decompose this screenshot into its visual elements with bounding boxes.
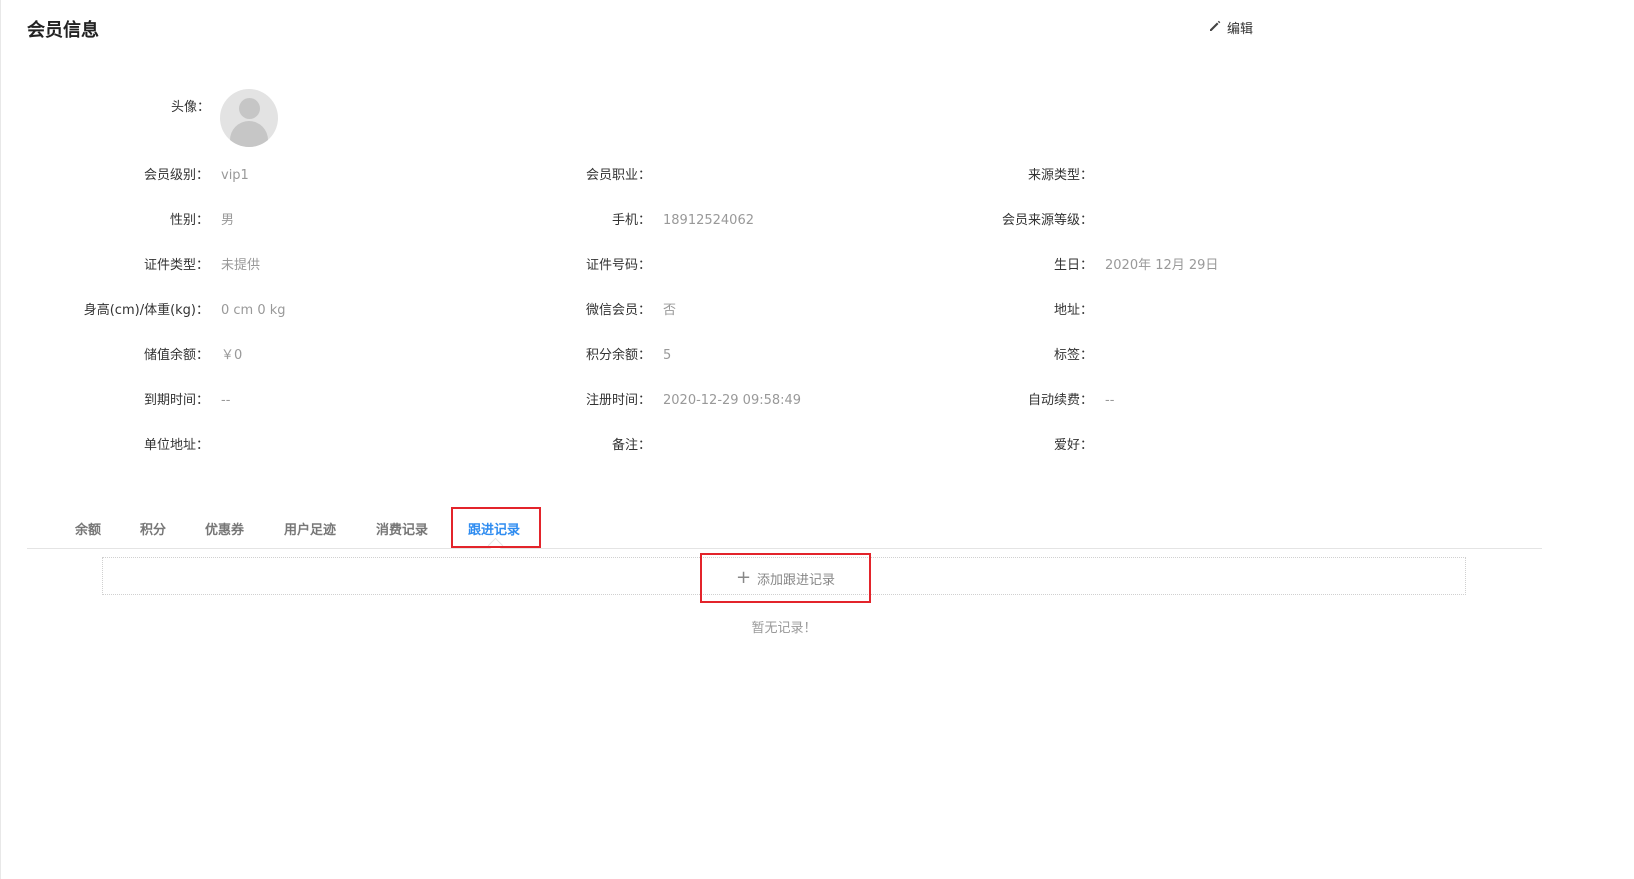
plus-icon: + bbox=[735, 567, 752, 588]
avatar-head-shape bbox=[239, 98, 260, 119]
avatar-body-shape bbox=[230, 121, 268, 147]
field-hobby: 爱好： bbox=[1053, 438, 1093, 453]
field-birthday: 生日： 2020年 12月 29日 bbox=[1053, 258, 1219, 273]
tab-balance[interactable]: 余额 bbox=[75, 510, 101, 548]
empty-state-text: 暂无记录！ bbox=[751, 621, 817, 636]
add-followup-label: 添加跟进记录 bbox=[757, 572, 836, 588]
tab-bar: 余额 积分 优惠券 用户足迹 消费记录 跟进记录 bbox=[27, 510, 1542, 554]
pencil-icon bbox=[1208, 19, 1222, 37]
edit-label: 编辑 bbox=[1227, 22, 1254, 37]
field-auto-renew: 自动续费： -- bbox=[1027, 393, 1115, 408]
field-source-level: 会员来源等级： bbox=[1001, 213, 1093, 228]
field-tags: 标签： bbox=[1053, 348, 1093, 363]
add-followup-button[interactable]: + 添加跟进记录 bbox=[700, 553, 871, 603]
tab-points[interactable]: 积分 bbox=[140, 510, 166, 548]
field-address: 地址： bbox=[1053, 303, 1093, 318]
avatar[interactable] bbox=[220, 89, 278, 147]
tab-consumption-records[interactable]: 消费记录 bbox=[376, 510, 428, 548]
field-source-type: 来源类型： bbox=[1027, 168, 1093, 183]
tab-user-footprint[interactable]: 用户足迹 bbox=[284, 510, 336, 548]
page-title: 会员信息 bbox=[27, 20, 99, 41]
edit-button[interactable]: 编辑 bbox=[1208, 18, 1253, 37]
avatar-label: 头像： bbox=[170, 100, 210, 115]
tab-coupons[interactable]: 优惠券 bbox=[205, 510, 244, 548]
